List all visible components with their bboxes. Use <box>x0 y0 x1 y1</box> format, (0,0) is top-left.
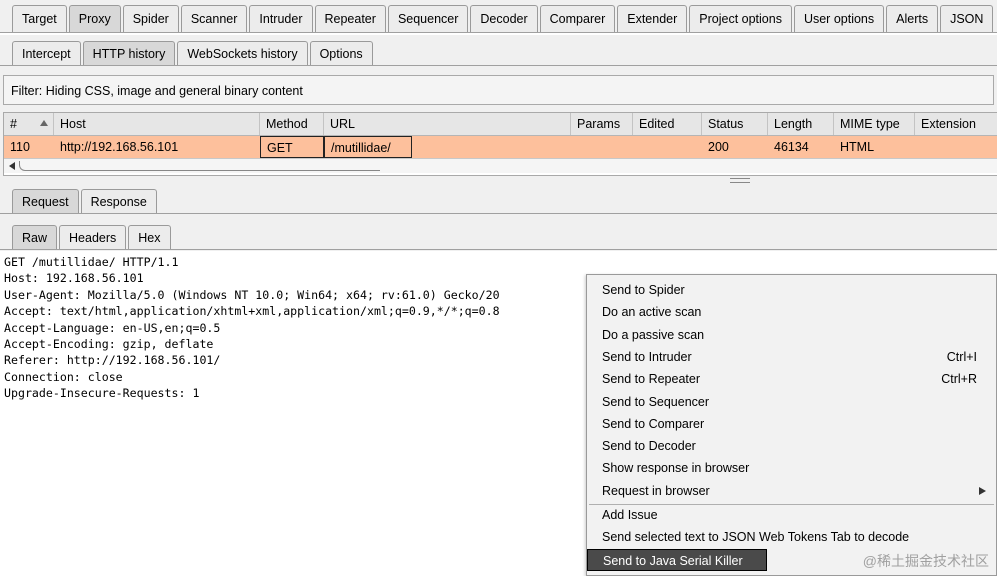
cell-params <box>571 136 633 158</box>
menu-item-label: Send selected text to JSON Web Tokens Ta… <box>602 530 910 545</box>
col-length[interactable]: Length <box>768 113 834 135</box>
tab-response[interactable]: Response <box>80 189 157 213</box>
menu-item-show-response-in-browser[interactable]: Show response in browser <box>587 457 996 479</box>
context-menu: Send to Spider Do an active scan Do a pa… <box>586 274 997 576</box>
menu-item-label: Send to Decoder <box>602 439 696 454</box>
menu-item-label: Send to Intruder <box>602 349 692 364</box>
menu-item-send-to-repeater[interactable]: Send to Repeater Ctrl+R <box>587 368 996 390</box>
col-host[interactable]: Host <box>54 113 260 135</box>
menu-item-send-to-sequencer[interactable]: Send to Sequencer <box>587 391 996 413</box>
tab-http-history[interactable]: HTTP history <box>82 41 176 65</box>
tab-alerts[interactable]: Alerts <box>886 5 939 32</box>
shortcut-label: Ctrl+R <box>941 372 977 387</box>
cell-mime-type: HTML <box>840 140 875 154</box>
scroll-left-icon[interactable] <box>9 162 15 170</box>
tab-user-options[interactable]: User options <box>793 5 885 32</box>
cell-length: 46134 <box>774 140 809 154</box>
tab-intercept[interactable]: Intercept <box>12 41 81 65</box>
col-edited[interactable]: Edited <box>633 113 702 135</box>
menu-item-label: Send to Java Serial Killer <box>603 553 743 568</box>
col-status[interactable]: Status <box>702 113 768 135</box>
sort-asc-icon <box>40 120 48 126</box>
filter-bar[interactable]: Filter: Hiding CSS, image and general bi… <box>3 75 994 105</box>
tab-repeater[interactable]: Repeater <box>314 5 386 32</box>
col-number[interactable]: # <box>4 113 54 135</box>
top-tab-divider <box>0 32 997 35</box>
tab-target[interactable]: Target <box>12 5 67 32</box>
col-params[interactable]: Params <box>571 113 633 135</box>
menu-item-send-to-comparer[interactable]: Send to Comparer <box>587 413 996 435</box>
tab-websockets-history[interactable]: WebSockets history <box>177 41 308 65</box>
menu-item-label: Send to Spider <box>602 283 685 297</box>
menu-item-send-to-java-serial-killer[interactable]: Send to Java Serial Killer <box>587 548 767 571</box>
proxy-tab-divider <box>0 65 997 66</box>
menu-item-label: Show response in browser <box>602 461 750 476</box>
menu-item-label: Send to Comparer <box>602 416 705 431</box>
view-tab-divider <box>0 249 997 250</box>
message-tab-divider <box>0 213 997 214</box>
tab-project-options[interactable]: Project options <box>689 5 792 32</box>
cell-number: 110 <box>10 140 30 154</box>
tab-proxy-options[interactable]: Options <box>309 41 373 65</box>
submenu-arrow-icon <box>979 486 986 495</box>
col-method[interactable]: Method <box>260 113 324 135</box>
request-line: GET /mutillidae/ HTTP/1.1 <box>4 255 179 269</box>
tab-scanner[interactable]: Scanner <box>180 5 248 32</box>
tab-json[interactable]: JSON <box>940 5 994 32</box>
menu-item-send-to-intruder[interactable]: Send to Intruder Ctrl+I <box>587 346 996 368</box>
cell-status: 200 <box>708 140 729 154</box>
menu-item-passive-scan[interactable]: Do a passive scan <box>587 324 996 346</box>
table-row[interactable]: 110 http://192.168.56.101 GET /mutillida… <box>4 136 997 158</box>
tab-headers[interactable]: Headers <box>59 225 127 249</box>
scrollbar-thumb[interactable] <box>19 161 380 171</box>
menu-item-active-scan[interactable]: Do an active scan <box>587 301 996 323</box>
menu-item-send-to-decoder[interactable]: Send to Decoder <box>587 435 996 457</box>
tab-decoder[interactable]: Decoder <box>470 5 538 32</box>
menu-item-send-to-jwt-tab[interactable]: Send selected text to JSON Web Tokens Ta… <box>587 526 996 548</box>
col-extension[interactable]: Extension <box>915 113 997 135</box>
tab-comparer[interactable]: Comparer <box>539 5 616 32</box>
col-mime-type[interactable]: MIME type <box>834 113 915 135</box>
tab-sequencer[interactable]: Sequencer <box>387 5 469 32</box>
main-tab-bar: Target Proxy Spider Scanner Intruder Rep… <box>12 5 997 32</box>
view-tab-bar: Raw Headers Hex <box>12 223 997 249</box>
shortcut-label: Ctrl+I <box>946 349 977 364</box>
menu-item-send-to-spider[interactable]: Send to Spider <box>587 279 996 301</box>
col-number-label: # <box>10 117 17 131</box>
col-url[interactable]: URL <box>324 113 571 135</box>
menu-item-add-issue[interactable]: Add Issue <box>587 504 996 526</box>
menu-item-label: Request in browser <box>602 483 710 498</box>
table-header: # Host Method URL Params Edited Status L… <box>4 113 997 136</box>
cell-method: GET <box>260 136 324 158</box>
tab-proxy[interactable]: Proxy <box>68 5 121 32</box>
menu-item-label: Do an active scan <box>602 305 702 320</box>
tab-raw[interactable]: Raw <box>12 225 58 249</box>
pane-splitter-handle[interactable] <box>730 178 750 183</box>
cell-extension <box>915 136 997 158</box>
message-tab-bar: Request Response <box>12 188 997 213</box>
menu-item-label: Do a passive scan <box>602 327 705 342</box>
tab-hex[interactable]: Hex <box>128 225 171 249</box>
tab-spider[interactable]: Spider <box>122 5 179 32</box>
cell-url: /mutillidae/ <box>324 136 412 158</box>
menu-item-label: Send to Repeater <box>602 372 700 387</box>
tab-request[interactable]: Request <box>12 189 79 213</box>
horizontal-scrollbar[interactable] <box>4 158 997 173</box>
proxy-tab-bar: Intercept HTTP history WebSockets histor… <box>12 40 997 65</box>
history-table: # Host Method URL Params Edited Status L… <box>3 112 997 176</box>
menu-item-request-in-browser[interactable]: Request in browser <box>587 480 996 502</box>
menu-item-label: Send to Sequencer <box>602 394 710 409</box>
cell-host: http://192.168.56.101 <box>60 140 179 154</box>
watermark: @稀土掘金技术社区 <box>862 553 989 569</box>
tab-extender[interactable]: Extender <box>617 5 688 32</box>
cell-edited <box>633 136 702 158</box>
tab-intruder[interactable]: Intruder <box>249 5 313 32</box>
menu-item-label: Add Issue <box>602 508 658 522</box>
